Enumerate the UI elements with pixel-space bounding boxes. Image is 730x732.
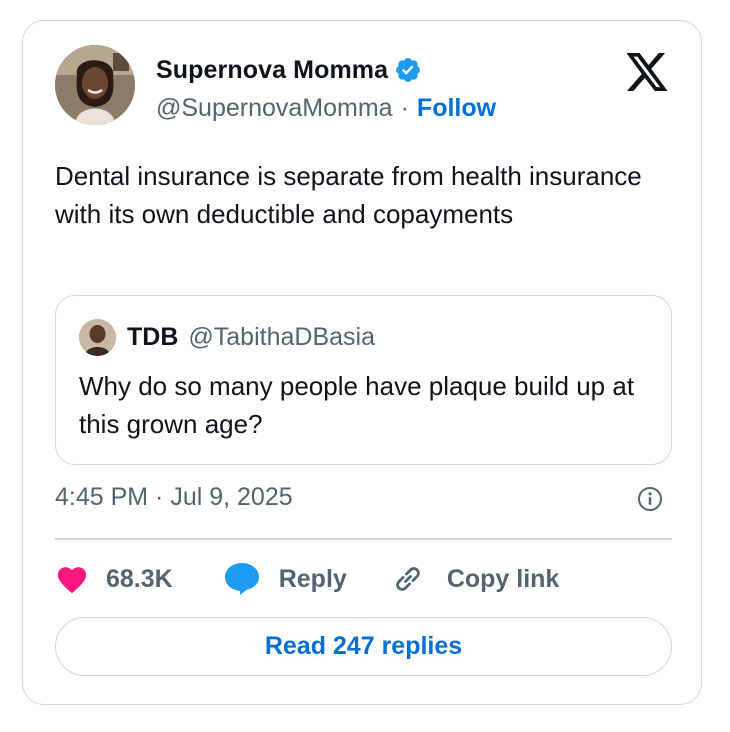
copy-link-button[interactable]: Copy link	[391, 562, 560, 596]
divider	[55, 538, 672, 540]
quoted-author-name: TDB	[127, 322, 179, 351]
author-avatar[interactable]	[55, 45, 135, 125]
tweet-card: Supernova Momma @SupernovaMomma · Follow…	[22, 20, 702, 705]
heart-icon	[55, 564, 89, 594]
copy-link-label: Copy link	[446, 564, 560, 593]
reply-label: Reply	[278, 564, 347, 593]
quoted-author-avatar[interactable]	[79, 319, 116, 356]
info-icon[interactable]	[637, 486, 663, 512]
quoted-tweet[interactable]: TDB @TabithaDBasia Why do so many people…	[55, 295, 672, 465]
tweet-text: Dental insurance is separate from health…	[55, 161, 642, 229]
author-name[interactable]: Supernova Momma	[156, 56, 388, 85]
x-logo-icon[interactable]	[626, 53, 669, 91]
author-handle[interactable]: @SupernovaMomma	[156, 94, 393, 123]
tweet-actions: 68.3K Reply Copy link	[55, 559, 559, 599]
like-button[interactable]: 68.3K	[55, 564, 173, 594]
quoted-author-handle: @TabithaDBasia	[188, 322, 375, 351]
handle-separator: ·	[400, 94, 409, 122]
read-replies-button[interactable]: Read 247 replies	[55, 617, 672, 676]
verified-badge-icon	[394, 56, 422, 84]
like-count: 68.3K	[106, 564, 173, 593]
tweet-timestamp[interactable]: 4:45 PM · Jul 9, 2025	[55, 483, 293, 512]
author-info: Supernova Momma @SupernovaMomma · Follow	[156, 54, 496, 123]
quoted-author: TDB @TabithaDBasia	[127, 321, 375, 353]
follow-button[interactable]: Follow	[417, 94, 496, 123]
quoted-tweet-text: Why do so many people have plaque build …	[79, 371, 635, 439]
reply-bubble-icon	[223, 562, 261, 596]
link-icon	[391, 562, 425, 596]
reply-button[interactable]: Reply	[223, 562, 347, 596]
